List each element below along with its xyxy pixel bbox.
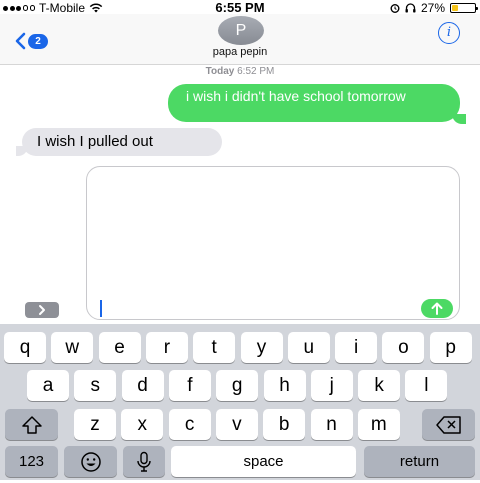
chevron-right-icon	[39, 305, 45, 315]
microphone-icon	[137, 451, 151, 472]
key-q[interactable]: q	[4, 332, 46, 363]
text-cursor	[100, 300, 102, 317]
key-u[interactable]: u	[287, 332, 330, 363]
battery-icon	[450, 3, 478, 13]
numbers-key[interactable]: 123	[5, 446, 58, 477]
key-d[interactable]: d	[121, 370, 164, 401]
conversation-header: 2 P papa pepin i	[0, 14, 480, 65]
arrow-up-icon	[431, 302, 443, 315]
key-o[interactable]: o	[382, 332, 425, 363]
headphones-icon	[405, 3, 416, 13]
alarm-clock-icon	[390, 4, 400, 13]
timestamp-time: 6:52 PM	[237, 66, 275, 77]
message-timestamp: Today 6:52 PM	[0, 66, 480, 77]
keyboard: qwertyuiop asdfghjkl zxcvbnm 123 space r…	[0, 324, 480, 480]
key-g[interactable]: g	[216, 370, 259, 401]
key-m[interactable]: m	[357, 409, 400, 440]
emoji-icon	[80, 452, 101, 472]
dictation-key[interactable]	[123, 446, 165, 477]
status-right: 27%	[390, 1, 478, 15]
key-e[interactable]: e	[98, 332, 141, 363]
timestamp-day: Today	[205, 66, 235, 77]
send-button[interactable]	[421, 299, 453, 318]
key-y[interactable]: y	[240, 332, 283, 363]
outgoing-message-text: i wish i didn't have school tomorrow	[186, 88, 406, 104]
key-p[interactable]: p	[429, 332, 472, 363]
battery-level-fill	[452, 5, 458, 11]
key-a[interactable]: a	[27, 370, 69, 401]
key-h[interactable]: h	[263, 370, 306, 401]
key-i[interactable]: i	[335, 332, 378, 363]
key-s[interactable]: s	[74, 370, 117, 401]
key-t[interactable]: t	[193, 332, 236, 363]
backspace-icon	[435, 416, 461, 434]
delete-key[interactable]	[422, 409, 475, 440]
key-z[interactable]: z	[74, 409, 116, 440]
key-r[interactable]: r	[145, 332, 188, 363]
expand-apps-button[interactable]	[25, 302, 59, 318]
key-f[interactable]: f	[168, 370, 211, 401]
key-c[interactable]: c	[168, 409, 211, 440]
incoming-message-text: I wish I pulled out	[37, 133, 153, 150]
contact-avatar[interactable]: P	[218, 16, 264, 45]
key-j[interactable]: j	[310, 370, 353, 401]
key-v[interactable]: v	[215, 409, 258, 440]
outgoing-message-bubble[interactable]: i wish i didn't have school tomorrow	[168, 84, 460, 122]
key-x[interactable]: x	[121, 409, 164, 440]
key-n[interactable]: n	[310, 409, 353, 440]
return-key[interactable]: return	[364, 446, 475, 477]
message-input-field[interactable]	[86, 166, 460, 320]
info-icon: i	[446, 25, 452, 40]
key-l[interactable]: l	[405, 370, 448, 401]
battery-percent: 27%	[420, 1, 445, 15]
incoming-message-bubble[interactable]: I wish I pulled out	[22, 128, 222, 156]
key-w[interactable]: w	[51, 332, 94, 363]
shift-key[interactable]	[5, 409, 58, 440]
space-key[interactable]: space	[171, 446, 356, 477]
key-k[interactable]: k	[358, 370, 401, 401]
emoji-key[interactable]	[64, 446, 117, 477]
key-b[interactable]: b	[263, 409, 306, 440]
contact-name[interactable]: papa pepin	[0, 46, 480, 58]
shift-icon	[21, 416, 42, 434]
info-button[interactable]: i	[438, 22, 460, 44]
